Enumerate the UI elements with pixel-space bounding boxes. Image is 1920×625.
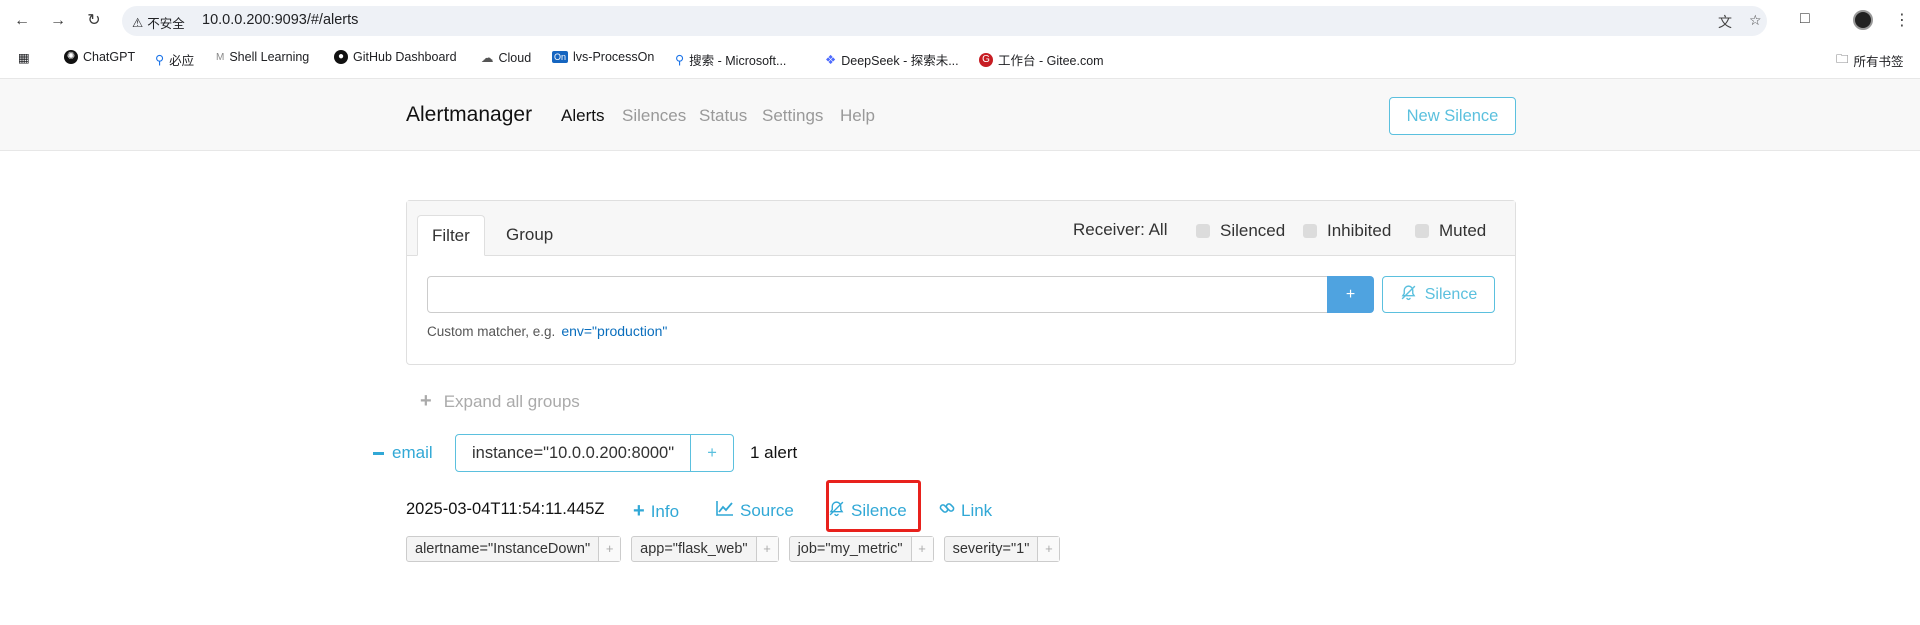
- matcher-hint: Custom matcher, e.g. env="production": [427, 323, 668, 339]
- silence-highlight-box: [826, 480, 921, 532]
- alert-count: 1 alert: [750, 443, 798, 462]
- filter-matcher-input[interactable]: [427, 276, 1328, 313]
- alert-timestamp: 2025-03-04T11:54:11.445Z: [406, 500, 605, 518]
- forward-arrow-icon[interactable]: →: [48, 11, 68, 31]
- link-button[interactable]: Link: [939, 500, 992, 521]
- link-icon: [939, 500, 955, 521]
- nav-silences[interactable]: Silences: [622, 106, 686, 126]
- bookmark-shell-learning[interactable]: M Shell Learning: [216, 50, 309, 64]
- back-arrow-icon[interactable]: ←: [12, 11, 32, 31]
- label-add-button[interactable]: +: [910, 537, 933, 561]
- tab-filter[interactable]: Filter: [417, 215, 485, 256]
- tab-group[interactable]: Group: [492, 215, 567, 256]
- nav-alerts[interactable]: Alerts: [561, 106, 604, 126]
- address-bar[interactable]: ⚠ 不安全 10.0.0.200:9093/#/alerts 文 ☆: [122, 6, 1767, 36]
- extensions-icon[interactable]: □: [1800, 10, 1810, 28]
- gitee-icon: G: [979, 52, 993, 67]
- alertmanager-navbar: Alertmanager Alerts Silences Status Sett…: [0, 78, 1920, 151]
- muted-checkbox[interactable]: Muted: [1415, 221, 1486, 241]
- label-add-button[interactable]: +: [1037, 537, 1060, 561]
- group-collapse-toggle[interactable]: email: [373, 443, 433, 463]
- plus-icon: +: [633, 500, 645, 522]
- alert-label-chip: app="flask_web" +: [631, 536, 779, 562]
- search-icon: ⚲: [155, 53, 165, 67]
- translate-icon[interactable]: 文: [1718, 12, 1732, 32]
- insecure-label: 不安全: [147, 17, 185, 31]
- all-bookmarks[interactable]: 🗀 所有书签: [1836, 50, 1904, 71]
- bookmark-github[interactable]: ● GitHub Dashboard: [334, 50, 457, 64]
- browser-toolbar: ← → ↻ ⚠ 不安全 10.0.0.200:9093/#/alerts 文 ☆…: [0, 0, 1920, 42]
- alert-label-chip: job="my_metric" +: [788, 536, 934, 562]
- alert-labels: alertname="InstanceDown" + app="flask_we…: [406, 536, 1061, 562]
- inhibited-checkbox[interactable]: Inhibited: [1303, 221, 1391, 241]
- search-icon: ⚲: [675, 53, 685, 67]
- menu-kebab-icon[interactable]: ⋮: [1894, 10, 1910, 30]
- new-silence-button[interactable]: New Silence: [1389, 97, 1516, 135]
- hint-example: env="production": [561, 323, 668, 339]
- bookmark-chatgpt[interactable]: ✺ ChatGPT: [64, 50, 135, 64]
- apps-grid-icon[interactable]: ▦: [18, 50, 30, 65]
- filter-silence-button[interactable]: Silence: [1382, 276, 1495, 313]
- group-matcher-label[interactable]: instance="10.0.0.200:8000": [456, 435, 692, 471]
- info-button[interactable]: + Info: [633, 500, 679, 523]
- minus-icon: [373, 451, 384, 455]
- profile-avatar[interactable]: [1853, 10, 1873, 30]
- receiver-selector[interactable]: Receiver: All: [1073, 220, 1167, 240]
- shell-icon: M: [216, 51, 225, 63]
- group-matcher-add-button[interactable]: +: [691, 435, 733, 471]
- bookmarks-bar: ▦ ✺ ChatGPT ⚲ 必应 M Shell Learning ● GitH…: [0, 46, 1920, 70]
- security-indicator[interactable]: ⚠ 不安全: [132, 13, 185, 32]
- label-add-button[interactable]: +: [755, 537, 778, 561]
- folder-icon: 🗀: [1836, 52, 1849, 66]
- group-matcher: instance="10.0.0.200:8000" +: [455, 434, 735, 472]
- nav-help[interactable]: Help: [840, 106, 875, 126]
- deepseek-icon: ❖: [825, 53, 837, 67]
- warning-icon: ⚠: [132, 16, 144, 30]
- bookmark-deepseek[interactable]: ❖ DeepSeek - 探索未...: [825, 50, 959, 69]
- nav-settings[interactable]: Settings: [762, 106, 823, 126]
- expand-all-groups[interactable]: + Expand all groups: [420, 390, 580, 413]
- cloud-icon: ☁: [481, 51, 494, 65]
- brand-title[interactable]: Alertmanager: [406, 103, 532, 127]
- add-matcher-button[interactable]: +: [1327, 276, 1374, 313]
- filter-card-header: Filter Group Receiver: All Silenced Inhi…: [407, 201, 1515, 256]
- silenced-checkbox[interactable]: Silenced: [1196, 221, 1285, 241]
- alert-label-chip: severity="1" +: [943, 536, 1061, 562]
- bookmark-bing[interactable]: ⚲ 必应: [155, 50, 194, 69]
- bookmark-microsoft-search[interactable]: ⚲ 搜索 - Microsoft...: [675, 50, 786, 69]
- reload-icon[interactable]: ↻: [84, 11, 104, 31]
- bookmark-cloud[interactable]: ☁ Cloud: [481, 50, 531, 66]
- bell-slash-icon: [1400, 284, 1417, 306]
- filter-card: Filter Group Receiver: All Silenced Inhi…: [406, 200, 1516, 365]
- source-button[interactable]: Source: [716, 500, 794, 521]
- plus-icon: +: [420, 390, 432, 412]
- label-add-button[interactable]: +: [598, 537, 621, 561]
- star-icon[interactable]: ☆: [1749, 12, 1762, 29]
- url-text[interactable]: 10.0.0.200:9093/#/alerts: [202, 12, 358, 28]
- group-receiver-label: email: [392, 443, 433, 462]
- processon-icon: On: [552, 51, 569, 63]
- chart-line-icon: [716, 500, 734, 521]
- github-icon: ●: [334, 50, 348, 64]
- bookmark-processon[interactable]: On lvs-ProcessOn: [552, 50, 654, 64]
- nav-status[interactable]: Status: [699, 106, 747, 126]
- alert-label-chip: alertname="InstanceDown" +: [406, 536, 622, 562]
- bookmark-gitee[interactable]: G 工作台 - Gitee.com: [979, 50, 1104, 69]
- chatgpt-icon: ✺: [64, 50, 78, 64]
